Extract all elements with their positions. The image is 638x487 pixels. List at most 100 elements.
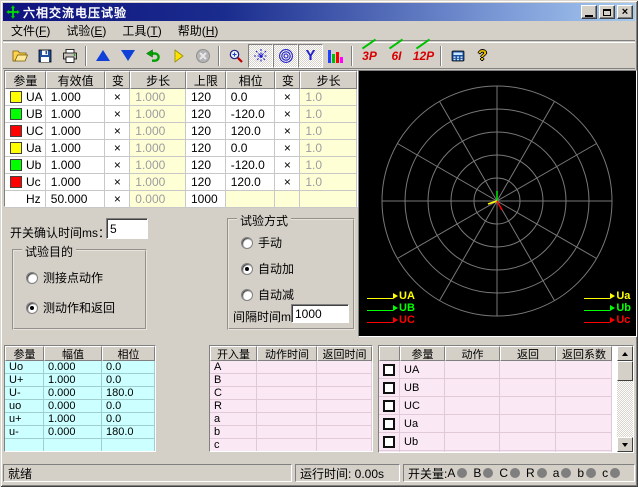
legend-item: Ub [584, 302, 631, 314]
menu-tools[interactable]: 工具(T) [114, 20, 169, 41]
minimize-button[interactable] [581, 5, 597, 19]
step-cell[interactable]: 0.000 [130, 191, 186, 208]
table-row: B [210, 374, 372, 387]
vary-cell[interactable]: × [105, 89, 130, 106]
radio-contact-action[interactable]: 测接点动作 [26, 269, 103, 286]
rms-cell[interactable]: 1.000 [46, 106, 106, 123]
step-cell[interactable]: 1.0 [300, 106, 357, 123]
step-cell[interactable]: 1.000 [130, 106, 186, 123]
table-row: Uo0.0000.0 [5, 361, 155, 374]
vary-cell[interactable]: × [275, 106, 300, 123]
rms-cell[interactable]: 1.000 [46, 140, 106, 157]
polar-grid-button[interactable] [248, 44, 273, 68]
limit-cell[interactable]: 1000 [186, 191, 226, 208]
param-cell: Ua [5, 140, 46, 157]
rms-cell[interactable]: 1.000 [46, 123, 106, 140]
vary-cell[interactable]: × [105, 123, 130, 140]
step-cell[interactable]: 1.000 [130, 174, 186, 191]
phase-cell[interactable]: 0.0 [226, 89, 276, 106]
mode-3p-button[interactable]: 3P [356, 44, 383, 68]
checkbox[interactable] [383, 418, 395, 430]
help-button[interactable]: ? [470, 44, 495, 68]
vary-cell[interactable]: × [105, 106, 130, 123]
maximize-button[interactable] [599, 5, 615, 19]
vary-cell[interactable]: × [275, 123, 300, 140]
radio-manual[interactable]: 手动 [241, 234, 282, 251]
vary-cell[interactable]: × [105, 174, 130, 191]
calculator-button[interactable] [445, 44, 470, 68]
scroll-up-button[interactable] [617, 346, 633, 361]
limit-cell[interactable]: 120 [186, 106, 226, 123]
legend-item: UB [367, 302, 415, 314]
limit-cell[interactable]: 120 [186, 123, 226, 140]
rms-cell[interactable]: 1.000 [46, 174, 106, 191]
phase-cell[interactable]: -120.0 [226, 106, 276, 123]
menu-file[interactable]: 文件(F) [3, 20, 58, 41]
radio-auto-increase[interactable]: 自动加 [241, 260, 294, 277]
bar-chart-button[interactable] [323, 44, 348, 68]
mode-6i-button[interactable]: 6I [383, 44, 410, 68]
step-cell[interactable]: 1.0 [300, 174, 357, 191]
phase-cell[interactable]: 0.0 [226, 140, 276, 157]
limit-cell[interactable]: 120 [186, 157, 226, 174]
test-mode-group: 试验方式 手动 自动加 自动减 间隔时间ms [227, 218, 355, 330]
step-cell[interactable]: 1.000 [130, 157, 186, 174]
vary-cell[interactable]: × [105, 191, 130, 208]
step-cell[interactable]: 1.0 [300, 123, 357, 140]
open-button[interactable] [7, 44, 32, 68]
print-button[interactable] [57, 44, 82, 68]
limit-cell[interactable]: 120 [186, 89, 226, 106]
checkbox[interactable] [383, 436, 395, 448]
step-cell[interactable]: 1.0 [300, 89, 357, 106]
vary-cell[interactable]: × [105, 140, 130, 157]
toolbar-separator [351, 46, 353, 66]
step-cell[interactable]: 1.000 [130, 123, 186, 140]
phase-cell[interactable]: 120.0 [226, 174, 276, 191]
circle-diagram-button[interactable] [273, 44, 298, 68]
minimize-icon [585, 15, 593, 17]
vary-cell[interactable]: × [275, 140, 300, 157]
checkbox[interactable] [383, 364, 395, 376]
switch-led-icon [457, 468, 467, 478]
checkbox[interactable] [383, 382, 395, 394]
lower-button[interactable] [115, 44, 140, 68]
vary-cell[interactable]: × [275, 89, 300, 106]
mode-12p-button[interactable]: 12P [410, 44, 437, 68]
table-row: U+1.0000.0 [5, 374, 155, 387]
radio-auto-decrease[interactable]: 自动减 [241, 286, 294, 303]
raise-button[interactable] [90, 44, 115, 68]
vector-diagram-button[interactable]: Y [298, 44, 323, 68]
radio-action-return[interactable]: 测动作和返回 [26, 299, 115, 316]
limit-cell[interactable]: 120 [186, 140, 226, 157]
interval-input[interactable] [291, 304, 349, 323]
rms-cell[interactable]: 50.000 [46, 191, 106, 208]
table-row: Ub 1.000 × 1.000 120 -120.0 × 1.0 [5, 157, 357, 174]
save-button[interactable] [32, 44, 57, 68]
phase-cell[interactable]: -120.0 [226, 157, 276, 174]
vary-cell[interactable]: × [275, 157, 300, 174]
scroll-down-button[interactable] [617, 437, 633, 452]
switch-confirm-input[interactable] [106, 218, 148, 239]
vertical-scrollbar[interactable] [617, 346, 633, 452]
legend-item: UA [367, 290, 415, 302]
zoom-button[interactable] [223, 44, 248, 68]
close-icon: × [622, 7, 628, 17]
checkbox[interactable] [383, 400, 395, 412]
limit-cell[interactable]: 120 [186, 174, 226, 191]
phase-cell[interactable]: 120.0 [226, 123, 276, 140]
step-cell[interactable]: 1.0 [300, 157, 357, 174]
menu-help[interactable]: 帮助(H) [170, 20, 227, 41]
step-cell[interactable]: 1.000 [130, 140, 186, 157]
rms-cell[interactable]: 1.000 [46, 89, 106, 106]
rms-cell[interactable]: 1.000 [46, 157, 106, 174]
start-button[interactable] [165, 44, 190, 68]
stop-button[interactable] [190, 44, 215, 68]
menu-test[interactable]: 试验(E) [58, 20, 114, 41]
step-cell[interactable]: 1.000 [130, 89, 186, 106]
vary-cell[interactable]: × [105, 157, 130, 174]
close-button[interactable]: × [617, 5, 633, 19]
step-cell[interactable]: 1.0 [300, 140, 357, 157]
vary-cell[interactable]: × [275, 174, 300, 191]
scrollbar-thumb[interactable] [617, 361, 633, 381]
reset-button[interactable] [140, 44, 165, 68]
